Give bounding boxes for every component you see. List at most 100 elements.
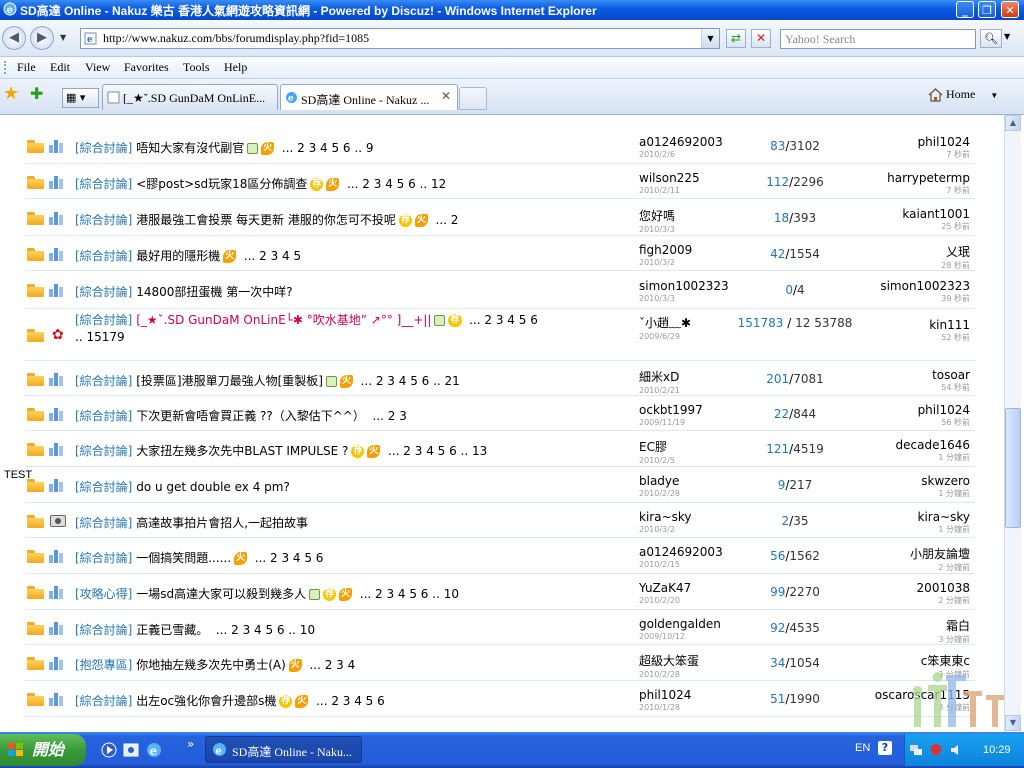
thread-category-link[interactable]: [抱怨專區] (75, 658, 132, 672)
taskbar-ie-window[interactable]: e SD高達 Online - Naku... (205, 736, 362, 763)
thread-title-link[interactable]: 下次更新會唔會買正義 ??（入黎估下^^） (136, 409, 365, 423)
author-link[interactable]: ˇ小趙﹏✱ (639, 316, 691, 330)
menu-tools[interactable]: Tools (183, 60, 210, 75)
author-link[interactable]: a0124692003 (639, 545, 723, 559)
author-link[interactable]: simon1002323 (639, 279, 729, 293)
thread-category-link[interactable]: [綜合討論] (75, 623, 132, 637)
thread-title-link[interactable]: 最好用的隱形機 (136, 249, 220, 263)
thread-row[interactable]: [綜合討論] 大家扭左幾多次先中BLAST IMPULSE ? 荐火 ... 2 … (25, 430, 975, 467)
thread-title-link[interactable]: 高達故事拍片會招人,一起拍故事 (136, 516, 308, 530)
network-icon[interactable] (909, 743, 923, 757)
thread-title-link[interactable]: do u get double ex 4 pm? (136, 480, 290, 494)
last-poster-link[interactable]: phil1024 (918, 403, 970, 417)
forward-button[interactable]: ▶ (30, 26, 54, 50)
thread-category-link[interactable]: [綜合討論] (75, 177, 132, 191)
thread-category-link[interactable]: [綜合討論] (75, 285, 132, 299)
menu-favorites[interactable]: Favorites (124, 60, 169, 75)
thread-category-link[interactable]: [綜合討論] (75, 409, 132, 423)
author-link[interactable]: YuZaK47 (639, 581, 691, 595)
thread-category-link[interactable]: [綜合討論] (75, 213, 132, 227)
thread-row[interactable]: [綜合討論] 正義已雪藏。 ... 2 3 4 5 6 .. 10 goldeng… (25, 609, 975, 645)
last-poster-link[interactable]: 小朋友論壇 (910, 545, 970, 562)
page-links[interactable]: ... 2 3 4 5 6 .. 13 (388, 444, 487, 458)
outlook-icon[interactable] (122, 741, 140, 759)
author-link[interactable]: figh2009 (639, 243, 692, 257)
clock[interactable]: 10:29 (983, 744, 1011, 756)
author-link[interactable]: phil1024 (639, 688, 691, 702)
page-links[interactable]: ... 2 3 4 5 6 .. 9 (282, 141, 374, 155)
last-poster-link[interactable]: kin111 (929, 318, 970, 332)
thread-row[interactable]: [綜合討論] 最好用的隱形機火 ... 2 3 4 5 figh2009 2010/… (25, 235, 975, 271)
volume-icon[interactable] (949, 743, 963, 757)
add-favorite-icon[interactable]: ✚ (30, 85, 43, 103)
address-field[interactable]: e http://www.nakuz.com/bbs/forumdisplay.… (80, 28, 720, 49)
thread-title-link[interactable]: 14800部扭蛋機 第一次中咩? (136, 285, 292, 299)
page-links[interactable]: ... 2 3 4 5 (244, 249, 301, 263)
thread-row[interactable]: [綜合討論] do u get double ex 4 pm? bladye 201… (25, 466, 975, 503)
quicklaunch-more-icon[interactable]: » (187, 737, 194, 751)
author-link[interactable]: kira~sky (639, 510, 692, 524)
author-link[interactable]: goldengalden (639, 617, 721, 631)
last-poster-link[interactable]: harrypetermp (887, 171, 970, 185)
scroll-thumb[interactable] (1005, 408, 1021, 528)
close-tab-icon[interactable]: ✕ (441, 89, 451, 103)
help-icon[interactable]: ? (878, 741, 892, 755)
thread-title-link[interactable]: 正義已雪藏。 (136, 623, 208, 637)
thread-row[interactable]: [綜合討論] 14800部扭蛋機 第一次中咩? simon1002323 2010/… (25, 270, 975, 309)
thread-category-link[interactable]: [攻略心得] (75, 587, 132, 601)
page-links[interactable]: ... 2 3 4 5 6 .. 10 (216, 623, 315, 637)
thread-title-link[interactable]: 一個搞笑問題...... (136, 551, 231, 565)
back-button[interactable]: ◀ (2, 26, 26, 50)
thread-row[interactable]: [綜合討論] <膠post>sd玩家18區分佈調查荐火 ... 2 3 4 5 … (25, 163, 975, 199)
menu-edit[interactable]: Edit (50, 60, 70, 75)
history-dropdown-icon[interactable]: ▼ (60, 33, 66, 42)
page-links[interactable]: ... 2 3 4 5 6 (316, 694, 385, 708)
ie-quicklaunch-icon[interactable]: e (145, 741, 163, 759)
url-text[interactable]: http://www.nakuz.com/bbs/forumdisplay.ph… (103, 31, 369, 46)
thread-row[interactable]: [綜合討論] [投票區]港服單刀最強人物[重製板] 火 ... 2 3 4 5 6… (25, 360, 975, 396)
last-poster-link[interactable]: phil1024 (918, 135, 970, 149)
thread-title-link[interactable]: <膠post>sd玩家18區分佈調查 (136, 177, 307, 191)
thread-category-link[interactable]: [綜合討論] (75, 480, 132, 494)
last-poster-link[interactable]: tosoar (932, 368, 970, 382)
scroll-up-icon[interactable]: ▲ (1005, 115, 1021, 131)
thread-row[interactable]: [綜合討論] 高達故事拍片會招人,一起拍故事 kira~sky 2010/3/2 2/… (25, 502, 975, 538)
search-input[interactable]: Yahoo! Search (780, 29, 976, 49)
thread-row[interactable] (25, 716, 975, 732)
thread-row[interactable]: [綜合討論] 出左oc強化你會升邊部s機荐火 ... 2 3 4 5 6 phil… (25, 680, 975, 717)
thread-row[interactable]: [抱怨專區] 你地抽左幾多次先中勇士(A) 火 ... 2 3 4 超級大笨蛋 201… (25, 644, 975, 681)
page-links[interactable]: ... 2 (436, 213, 459, 227)
new-tab-button[interactable] (459, 87, 487, 110)
home-dropdown-icon[interactable]: ▼ (990, 91, 998, 100)
thread-row[interactable]: [綜合討論] 一個搞笑問題...... 火 ... 2 3 4 5 6 a01246… (25, 537, 975, 574)
last-poster-link[interactable]: kaiant1001 (902, 207, 970, 221)
author-link[interactable]: a0124692003 (639, 135, 723, 149)
thread-category-link[interactable]: [綜合討論] (75, 444, 132, 458)
refresh-button[interactable]: ⇄ (726, 29, 746, 48)
thread-category-link[interactable]: [綜合討論] (75, 249, 132, 263)
media-player-icon[interactable] (100, 741, 118, 759)
author-link[interactable]: bladye (639, 474, 679, 488)
menu-view[interactable]: View (85, 60, 110, 75)
thread-title-link[interactable]: 大家扭左幾多次先中BLAST IMPULSE ? (136, 444, 348, 458)
search-button[interactable]: 🔍︎ (980, 29, 1002, 48)
thread-category-link[interactable]: [綜合討論] (75, 694, 132, 708)
shield-icon[interactable] (929, 743, 943, 757)
page-links[interactable]: ... 2 3 4 5 6 .. 12 (347, 177, 446, 191)
author-link[interactable]: 您好嗎 (639, 209, 675, 223)
thread-row[interactable]: [綜合討論] 唔知大家有沒代副官 火 ... 2 3 4 5 6 .. 9 a012… (25, 127, 975, 164)
tab-gundam[interactable]: [_★ˇ.SD GunDaM OnLinE... (102, 84, 278, 110)
address-dropdown-icon[interactable]: ▼ (701, 29, 719, 48)
thread-title-link[interactable]: 港服最強工會投票 每天更新 港服的你怎可不投呢 (136, 213, 396, 227)
home-button[interactable]: Home ▼ (928, 87, 998, 102)
quick-tabs-button[interactable]: ▦ ▾ (62, 88, 99, 108)
menu-help[interactable]: Help (224, 60, 247, 75)
last-poster-link[interactable]: simon1002323 (880, 279, 970, 293)
page-links[interactable]: ... 2 3 4 (309, 658, 355, 672)
last-poster-link[interactable]: 乂珉 (941, 243, 970, 260)
thread-title-link[interactable]: 你地抽左幾多次先中勇士(A) (136, 658, 286, 672)
thread-category-link[interactable]: [綜合討論] (75, 141, 132, 155)
author-link[interactable]: wilson225 (639, 171, 700, 185)
thread-row[interactable]: [攻略心得] 一場sd高達大家可以殺到幾多人 荐火 ... 2 3 4 5 6 .… (25, 573, 975, 610)
vertical-scrollbar[interactable]: ▲ ▼ (1004, 115, 1021, 732)
